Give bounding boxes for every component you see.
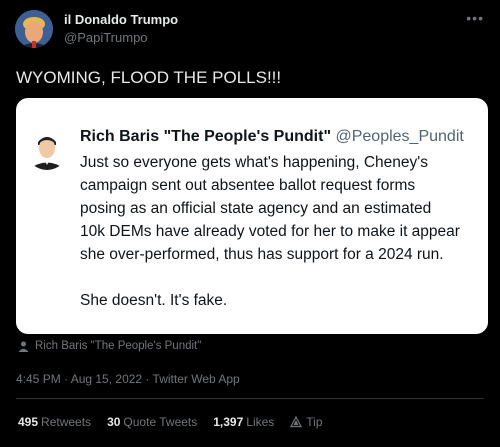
- likes-count: 1,397: [213, 415, 244, 429]
- tip-label: Tip: [306, 415, 323, 429]
- quoted-tweet-body: Just so everyone gets what's happening, …: [80, 151, 480, 312]
- author-handle[interactable]: @PapiTrumpo: [64, 30, 148, 45]
- tip-icon: [290, 416, 303, 428]
- retweets-count: 495: [18, 415, 39, 429]
- quote-attribution[interactable]: Rich Baris "The People's Pundit": [18, 340, 201, 352]
- quotes-count: 30: [107, 415, 121, 429]
- quote-tweets-stat[interactable]: 30 Quote Tweets: [107, 415, 197, 429]
- tip-button[interactable]: Tip: [290, 415, 323, 429]
- quoted-line: posing as an official state agency and a…: [80, 200, 432, 217]
- quoted-closing-line: She doesn't. It's fake.: [80, 292, 228, 309]
- retweets-stat[interactable]: 495 Retweets: [18, 415, 91, 429]
- divider: [16, 398, 484, 399]
- quoted-author-name: Rich Baris "The People's Pundit" @People…: [80, 128, 464, 146]
- author-avatar[interactable]: [15, 10, 53, 48]
- author-display-name[interactable]: il Donaldo Trumpo: [64, 12, 178, 27]
- tweet-text: WYOMING, FLOOD THE POLLS!!!: [16, 68, 282, 87]
- tweet-timestamp[interactable]: 4:45 PM · Aug 15, 2022 · Twitter Web App: [16, 372, 240, 386]
- quoted-author-handle: @Peoples_Pundit: [335, 128, 464, 145]
- person-icon: [18, 341, 29, 352]
- likes-label: Likes: [246, 415, 275, 429]
- engagement-stats: 495 Retweets 30 Quote Tweets 1,397 Likes…: [18, 415, 323, 429]
- quoted-line: campaign sent out absentee ballot reques…: [80, 177, 416, 194]
- quoted-line: she over-performed, thus has support for…: [80, 246, 444, 263]
- quote-attribution-text: Rich Baris "The People's Pundit": [35, 340, 202, 352]
- retweets-label: Retweets: [41, 415, 92, 429]
- quoted-author-avatar: [26, 128, 68, 170]
- quoted-line: Just so everyone gets what's happening, …: [80, 154, 428, 171]
- quoted-author-display-name: Rich Baris "The People's Pundit": [80, 128, 332, 145]
- quoted-tweet-card[interactable]: Rich Baris "The People's Pundit" @People…: [16, 98, 488, 334]
- quoted-line: 10k DEMs have already voted for her to m…: [80, 223, 460, 240]
- quotes-label: Quote Tweets: [123, 415, 198, 429]
- likes-stat[interactable]: 1,397 Likes: [213, 415, 274, 429]
- more-icon[interactable]: •••: [466, 10, 484, 26]
